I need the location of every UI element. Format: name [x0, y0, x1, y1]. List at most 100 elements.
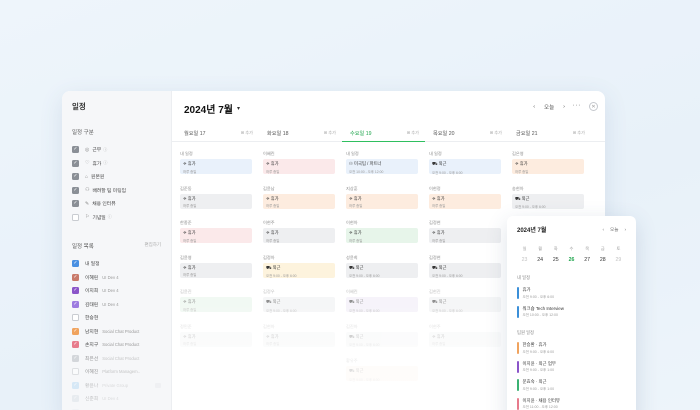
member-checkbox[interactable]: ✓: [72, 273, 79, 281]
member-item[interactable]: 한승현: [72, 311, 171, 325]
event-entry[interactable]: 김진아 ⛟ 외근 오전 9:00 - 오후 6:00: [346, 324, 418, 347]
event-entry[interactable]: 내 일정 ⚇ 미국팀 / 파트너 오전 10:00 - 오후 12:00: [346, 151, 418, 174]
event-entry[interactable]: 이현주 ✈ 휴가 하루 종일: [263, 220, 335, 243]
event-entry[interactable]: 이현주 ✈ 휴가 하루 종일: [429, 324, 501, 347]
category-checkbox[interactable]: ✓: [72, 186, 79, 194]
mini-event-item[interactable]: 이지윤 · 채용 인터뷰 오전 11:00 - 오후 12:00: [517, 397, 626, 410]
day-header[interactable]: 목요일 20 ⊞ 추가: [425, 125, 508, 141]
category-item[interactable]: ✓ ♡ 휴가 ⓘ: [72, 157, 171, 171]
event-card[interactable]: ⛟ 외근 오전 9:00 - 오후 6:00: [429, 262, 501, 278]
event-entry[interactable]: 이혜린 ⛟ 외근 오전 9:00 - 오후 6:00: [346, 289, 418, 313]
event-card[interactable]: ✈ 휴가 하루 종일: [263, 228, 335, 243]
event-card[interactable]: ✈ 휴가 하루 종일: [263, 159, 335, 174]
members-edit-link[interactable]: 편집하기: [144, 242, 161, 250]
event-entry[interactable]: 황유주 ⛟ 외근 오전 9:00 - 오후 6:00: [346, 358, 418, 382]
event-card[interactable]: ✈ 휴가 하루 종일: [180, 331, 252, 347]
mini-date[interactable]: 23: [519, 257, 530, 263]
event-entry[interactable]: 김현진 ⛟ 외근 오전 9:00 - 오후 6:00: [429, 289, 501, 313]
event-entry[interactable]: 성윤희 ⛟ 외근 오전 9:00 - 오후 6:00: [346, 255, 418, 278]
more-options-icon[interactable]: ···: [573, 102, 582, 109]
member-checkbox[interactable]: ✓: [72, 381, 79, 389]
member-item[interactable]: ✓ 황윤나 Private Group: [72, 379, 171, 393]
member-checkbox[interactable]: ✓: [72, 354, 79, 362]
mini-date[interactable]: 27: [582, 257, 593, 263]
mini-next-button[interactable]: ›: [624, 227, 626, 233]
event-entry[interactable]: 김윤진 ✈ 휴가 하루 종일: [180, 289, 252, 312]
mini-prev-button[interactable]: ‹: [602, 227, 604, 233]
prev-week-button[interactable]: ‹: [533, 104, 535, 110]
event-card[interactable]: ✈ 휴가 하루 종일: [346, 228, 418, 243]
event-card[interactable]: ⛟ 외근 오전 9:00 - 오후 6:00: [263, 262, 335, 278]
day-header[interactable]: 월요일 17 ⊞ 추가: [176, 125, 259, 141]
member-item[interactable]: ✓ 김태린 UI Dev 4: [72, 298, 171, 312]
member-checkbox[interactable]: [72, 368, 79, 376]
event-card[interactable]: ✈ 휴가 하루 종일: [346, 193, 418, 209]
event-entry[interactable]: 김윤영 ✈ 휴가 하루 종일: [180, 255, 252, 278]
event-card[interactable]: ⚇ 미국팀 / 파트너 오전 10:00 - 오후 12:00: [346, 159, 418, 174]
event-entry[interactable]: 송현아 ⛟ 외근 오전 9:00 - 오후 6:00: [512, 186, 584, 209]
member-item[interactable]: ✓ 신준희 UI Dev 4: [72, 392, 171, 406]
add-event-button[interactable]: ⊞ 추가: [324, 130, 336, 136]
member-checkbox[interactable]: ✓: [72, 341, 79, 349]
event-entry[interactable]: 내 일정 ✈ 휴가 하루 종일: [180, 151, 252, 174]
event-card[interactable]: ⛟ 외근 오전 9:00 - 오후 6:00: [346, 331, 418, 347]
member-item[interactable]: ✓ 내 일정: [72, 257, 171, 271]
event-entry[interactable]: 이현정 ✈ 휴가 하루 종일: [429, 186, 501, 209]
member-checkbox[interactable]: ✓: [72, 287, 79, 295]
event-entry[interactable]: 내 일정 ⛟ 외근 오전 9:00 - 오후 6:00: [429, 151, 501, 175]
event-card[interactable]: ⛟ 외근 오전 9:00 - 오후 6:00: [429, 297, 501, 313]
mini-event-item[interactable]: 휴가 오전 9:00 - 오후 6:00: [517, 287, 626, 300]
event-entry[interactable]: 김정현 ⛟ 외근 오전 9:00 - 오후 6:00: [429, 255, 501, 278]
category-checkbox[interactable]: [72, 213, 79, 221]
mini-date[interactable]: 29: [613, 257, 624, 263]
member-item[interactable]: ✓ 손지구 Social Chat Product: [72, 338, 171, 352]
member-checkbox[interactable]: ✓: [72, 300, 79, 308]
mini-date[interactable]: 28: [597, 257, 608, 263]
event-card[interactable]: ✈ 휴가 하루 종일: [180, 297, 252, 312]
member-item[interactable]: ✓ 이지희 UI Dev 4: [72, 284, 171, 298]
event-card[interactable]: ✈ 휴가 하루 종일: [180, 262, 252, 278]
month-title[interactable]: 2024년 7월: [184, 101, 233, 116]
add-event-button[interactable]: ⊞ 추가: [241, 130, 253, 136]
member-item[interactable]: ✓김예진Platform Managem..: [72, 406, 171, 410]
mini-date[interactable]: 25: [550, 257, 561, 263]
event-entry[interactable]: 김준동 ✈ 휴가 하루 종일: [180, 186, 252, 209]
event-card[interactable]: ✈ 휴가 하루 종일: [180, 193, 252, 209]
month-dropdown-icon[interactable]: ▾: [237, 105, 240, 112]
add-event-button[interactable]: ⊞ 추가: [573, 130, 585, 136]
event-entry[interactable]: 김은영 ✈ 휴가 하루 종일: [512, 151, 584, 174]
mini-date[interactable]: 24: [535, 257, 546, 263]
info-icon[interactable]: ⓘ: [103, 160, 107, 166]
mini-event-item[interactable]: 워크숍 Tech Interview 오전 10:00 - 오후 12:00: [517, 305, 626, 319]
info-icon[interactable]: ⓘ: [103, 147, 107, 153]
event-entry[interactable]: 김현아 ✈ 휴가 하루 종일: [263, 324, 335, 347]
add-event-button[interactable]: ⊞ 추가: [490, 130, 502, 136]
category-item[interactable]: ✓ ✎ 채용 인터뷰: [72, 197, 171, 211]
mini-event-item[interactable]: 문효숙 · 외근 오전 9:00 - 오후 1:00: [517, 379, 626, 392]
category-item[interactable]: ✓ ⌂ 원본원: [72, 170, 171, 184]
event-entry[interactable]: 김정우 ⛟ 외근 오전 9:00 - 오후 6:00: [263, 289, 335, 313]
event-entry[interactable]: 김정현 ✈ 휴가 하루 종일: [429, 220, 501, 243]
event-card[interactable]: ⛟ 외근 오전 9:00 - 오후 6:00: [429, 159, 501, 175]
event-card[interactable]: ⛟ 외근 오전 9:00 - 오후 6:00: [346, 262, 418, 278]
member-item[interactable]: 이혜진 Platform Managem..: [72, 365, 171, 379]
event-card[interactable]: ✈ 휴가 하루 종일: [180, 228, 252, 243]
event-card[interactable]: ✈ 휴가 하루 종일: [512, 159, 584, 174]
event-card[interactable]: ⛟ 외근 오전 9:00 - 오후 6:00: [346, 297, 418, 313]
close-icon[interactable]: ✕: [589, 102, 598, 111]
mini-event-item[interactable]: 한승환 · 휴가 오전 9:00 - 오후 6:00: [517, 342, 626, 355]
category-checkbox[interactable]: ✓: [72, 146, 79, 154]
member-item[interactable]: ✓ 최은선 Social Chat Product: [72, 352, 171, 366]
category-item[interactable]: ✓ ◎ 근무 ⓘ: [72, 143, 171, 157]
category-checkbox[interactable]: ✓: [72, 159, 79, 167]
category-item[interactable]: ✓ ⚇ 배려할 팀 미팅임: [72, 184, 171, 198]
event-card[interactable]: ✈ 휴가 하루 종일: [429, 228, 501, 243]
next-week-button[interactable]: ›: [563, 104, 565, 110]
member-checkbox[interactable]: ✓: [72, 327, 79, 335]
event-entry[interactable]: 김윤남 ✈ 휴가 하루 종일: [263, 186, 335, 209]
category-checkbox[interactable]: ✓: [72, 200, 79, 208]
event-entry[interactable]: 지상훈 ✈ 휴가 하루 종일: [346, 186, 418, 209]
event-entry[interactable]: 김정아 ⛟ 외근 오전 9:00 - 오후 6:00: [263, 255, 335, 278]
day-header[interactable]: 수요일 19 ⊞ 추가: [342, 125, 425, 142]
info-icon[interactable]: ⓘ: [108, 214, 112, 220]
